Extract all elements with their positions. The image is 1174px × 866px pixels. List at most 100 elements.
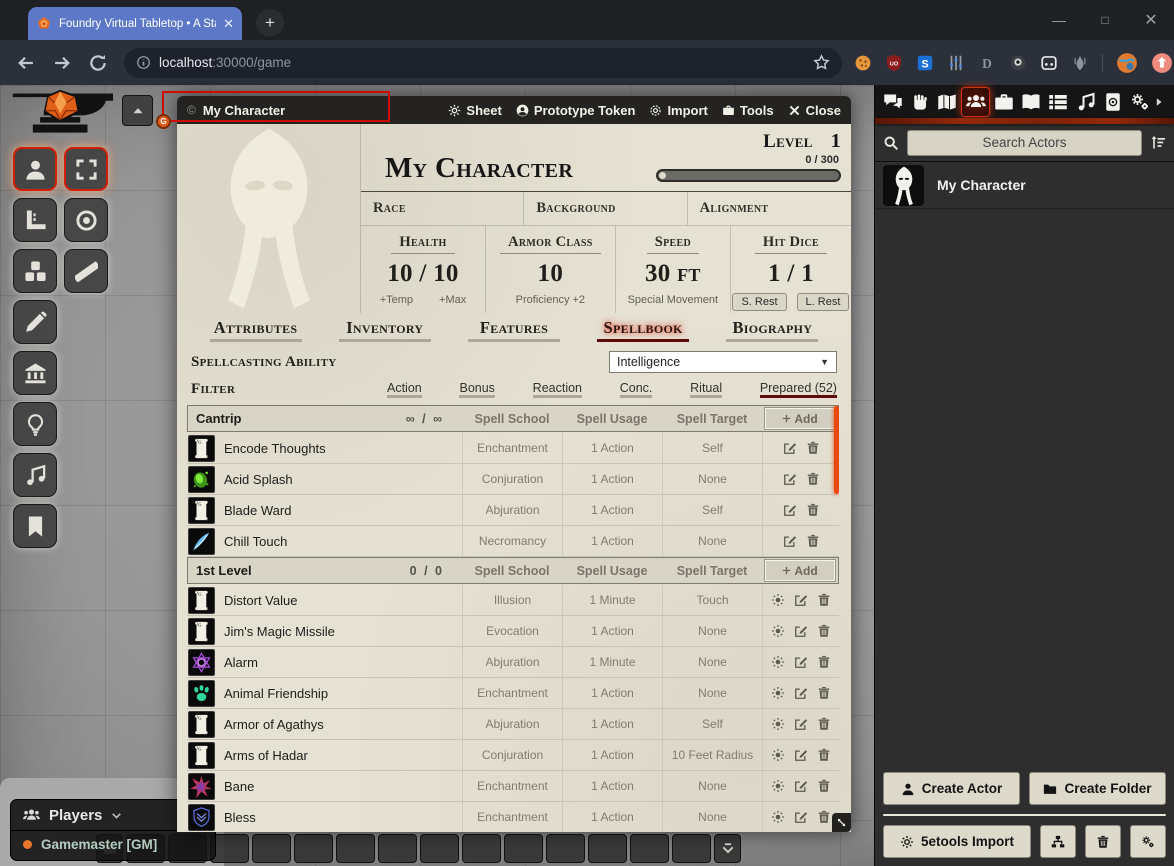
trash-icon[interactable] — [817, 624, 831, 638]
sidebar-tab-compendium[interactable] — [1099, 87, 1126, 117]
tab-features[interactable]: Features — [468, 318, 560, 342]
delete-all-button[interactable] — [1085, 825, 1121, 858]
sliders-extension-icon[interactable] — [947, 54, 965, 72]
filter-reaction[interactable]: Reaction — [533, 381, 582, 398]
trash-icon[interactable] — [817, 717, 831, 731]
sidebar-tab-playlists[interactable] — [1072, 87, 1099, 117]
spell-name[interactable]: Bless — [224, 810, 256, 825]
toggle-prepared-icon[interactable] — [771, 717, 785, 731]
stat-footer-label[interactable]: Special Movement — [628, 294, 719, 306]
trash-icon[interactable] — [817, 686, 831, 700]
filter-prepared-52-[interactable]: Prepared (52) — [760, 381, 837, 398]
character-portrait[interactable] — [177, 124, 361, 313]
tool-ruler-button[interactable] — [64, 249, 108, 293]
import-button[interactable]: Import — [649, 103, 707, 118]
tools-button[interactable]: Tools — [722, 103, 774, 118]
update-browser-icon[interactable] — [1151, 52, 1173, 74]
acid-spell-icon[interactable] — [188, 466, 215, 493]
window-resize-handle[interactable] — [832, 813, 851, 832]
spell-row[interactable]: GArmor of AgathysAbjuration1 ActionSelf — [187, 709, 839, 740]
ublock-extension-icon[interactable]: UO — [885, 54, 903, 72]
search-actors-input[interactable] — [907, 130, 1142, 156]
hotbar-slot[interactable] — [336, 834, 375, 863]
spell-row[interactable]: BaneEnchantment1 ActionNone — [187, 771, 839, 802]
trash-icon[interactable] — [806, 534, 820, 548]
trash-icon[interactable] — [817, 655, 831, 669]
hotbar-slot[interactable] — [252, 834, 291, 863]
hotbar-slot[interactable] — [294, 834, 333, 863]
window-close-icon[interactable]: ✕ — [1128, 0, 1174, 40]
tool-target-button[interactable] — [64, 198, 108, 242]
tool-ruler-square-button[interactable] — [13, 198, 57, 242]
xp-text[interactable]: 0 / 300 — [656, 154, 839, 166]
tool-bookmark-button[interactable] — [13, 504, 57, 548]
add-spell-button[interactable]: Add — [765, 408, 835, 429]
spell-name[interactable]: Bane — [224, 779, 254, 794]
window-minimize-icon[interactable]: — — [1036, 0, 1082, 40]
spell-name[interactable]: Jim's Magic Missile — [224, 624, 335, 639]
toggle-prepared-icon[interactable] — [771, 624, 785, 638]
trash-icon[interactable] — [817, 593, 831, 607]
tab-attributes[interactable]: Attributes — [210, 318, 302, 342]
spell-name[interactable]: Acid Splash — [224, 472, 293, 487]
foundry-anvil-logo[interactable] — [6, 88, 118, 150]
spell-name[interactable]: Blade Ward — [224, 503, 291, 518]
hotbar-slot[interactable] — [420, 834, 459, 863]
spell-row[interactable]: BlessEnchantment1 ActionNone — [187, 802, 839, 832]
spell-row[interactable]: Chill TouchNecromancy1 ActionNone — [187, 526, 839, 557]
hotbar-slot[interactable] — [546, 834, 585, 863]
chill-spell-icon[interactable] — [188, 528, 215, 555]
sidebar-collapse-button[interactable] — [1154, 97, 1170, 107]
field-alignment[interactable]: Alignment — [688, 192, 851, 225]
tab-close-icon[interactable]: ✕ — [223, 16, 234, 32]
stat-footer-label[interactable]: +Temp — [380, 294, 413, 306]
prototype-token-button[interactable]: Prototype Token — [516, 103, 636, 118]
tool-lightbulb-button[interactable] — [13, 402, 57, 446]
stat-value[interactable]: 10 / 10 — [361, 260, 485, 288]
reload-icon[interactable] — [88, 53, 108, 73]
tool-pencil-button[interactable] — [13, 300, 57, 344]
sidebar-tab-combat[interactable] — [906, 87, 933, 117]
stat-value[interactable]: 30 ft — [616, 260, 730, 288]
sidebar-tab-actors[interactable] — [961, 87, 990, 117]
d-letter-extension-icon[interactable]: D — [978, 54, 996, 72]
trash-icon[interactable] — [806, 472, 820, 486]
star-icon[interactable] — [813, 54, 830, 71]
hotbar-slot[interactable] — [588, 834, 627, 863]
toggle-prepared-icon[interactable] — [771, 779, 785, 793]
back-arrow-icon[interactable] — [16, 53, 36, 73]
scroll-spell-icon[interactable]: G — [188, 497, 215, 524]
bane-spell-icon[interactable] — [188, 773, 215, 800]
folder-tree-button[interactable] — [1040, 825, 1076, 858]
cookie-extension-icon[interactable] — [854, 54, 872, 72]
scroll-spell-icon[interactable]: G — [188, 711, 215, 738]
tool-user-button[interactable] — [13, 147, 57, 191]
hotbar-slot[interactable] — [630, 834, 669, 863]
l-restbutton[interactable]: L. Rest — [797, 293, 850, 311]
spell-name[interactable]: Alarm — [224, 655, 258, 670]
paw-spell-icon[interactable] — [188, 680, 215, 707]
field-race[interactable]: Race — [361, 192, 524, 225]
toggle-prepared-icon[interactable] — [771, 748, 785, 762]
edit-icon[interactable] — [794, 593, 808, 607]
toggle-prepared-icon[interactable] — [771, 686, 785, 700]
trash-icon[interactable] — [806, 441, 820, 455]
tab-inventory[interactable]: Inventory — [339, 318, 431, 342]
spell-row[interactable]: Acid SplashConjuration1 ActionNone — [187, 464, 839, 495]
spellcasting-ability-select[interactable]: Intelligence ▼ — [609, 351, 837, 373]
sidebar-tab-tables[interactable] — [1045, 87, 1072, 117]
tab-biography[interactable]: Biography — [726, 318, 818, 342]
lens-extension-icon[interactable] — [1009, 54, 1027, 72]
tool-expand-button[interactable] — [64, 147, 108, 191]
create-actor-button[interactable]: Create Actor — [883, 772, 1020, 805]
add-spell-button[interactable]: Add — [765, 560, 835, 581]
spell-name[interactable]: Animal Friendship — [224, 686, 328, 701]
edit-icon[interactable] — [794, 686, 808, 700]
scroll-spell-icon[interactable]: G — [188, 742, 215, 769]
spell-row[interactable]: GDistort ValueIllusion1 MinuteTouch — [187, 585, 839, 616]
window-titlebar[interactable]: © My Character G SheetPrototype TokenImp… — [177, 96, 851, 124]
spell-row[interactable]: GEncode ThoughtsEnchantment1 ActionSelf — [187, 433, 839, 464]
section-slots[interactable]: ∞ / ∞ — [406, 412, 454, 426]
spell-row[interactable]: GArms of HadarConjuration1 Action10 Feet… — [187, 740, 839, 771]
url-bar[interactable]: localhost:30000/game — [124, 48, 842, 78]
